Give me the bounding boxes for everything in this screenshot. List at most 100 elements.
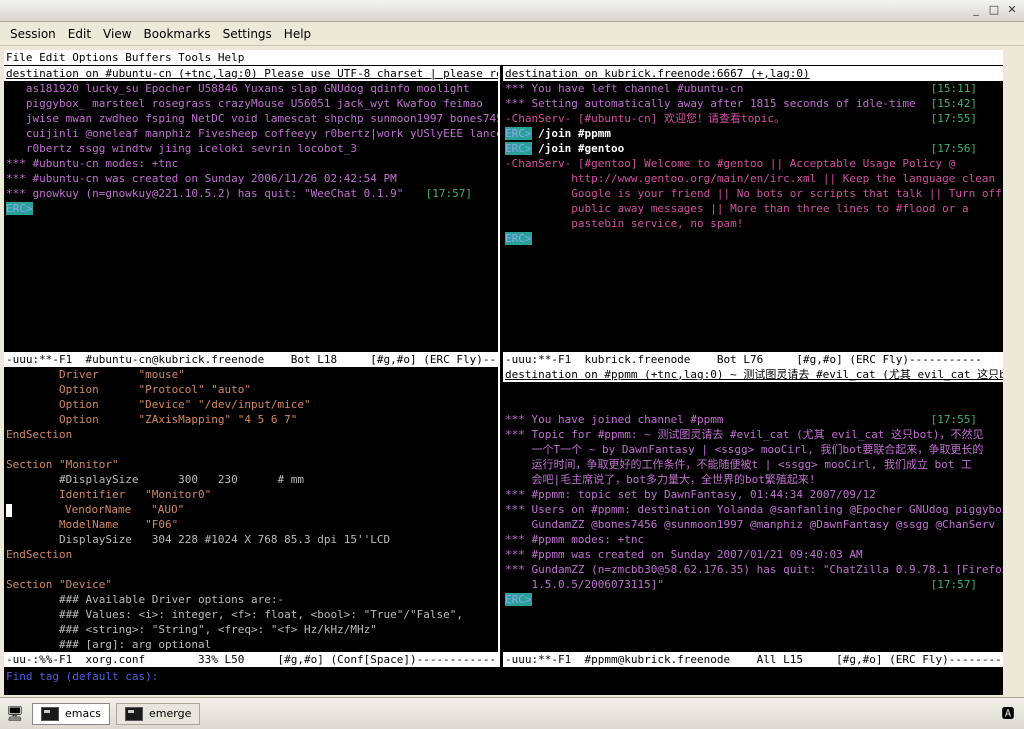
line-text: /join #gentoo [531,142,625,155]
text-line: *** Setting automatically away after 181… [503,96,1003,111]
pane-header: destination on #ppmm (+tnc,lag:0) ~ 测试图灵… [503,367,1003,382]
erc-input-line[interactable]: ERC> [4,201,498,216]
erc-prompt: ERC> [505,127,532,140]
line-text: *** Topic for #ppmm: ~ 测试图灵请去 #evil_cat … [505,428,984,441]
line-text: *** You have left channel #ubuntu-cn [505,82,744,95]
line-text: EndSection [6,548,73,561]
timestamp: [17:55] [930,112,977,125]
erc-prompt: ERC> [505,142,532,155]
line-text: *** #ubuntu-cn was created on Sunday 200… [6,172,397,185]
text-line: *** #ppmm was created on Sunday 2007/01/… [503,547,1003,562]
line-text: pastebin service, no spam! [505,217,744,230]
konsole-menubar: Session Edit View Bookmarks Settings Hel… [0,22,1024,46]
text-line: Google is your friend || No bots or scri… [503,186,1003,201]
line-text: #DisplaySize 300 230 # mm [6,473,305,486]
text-line: *** Topic for #ppmm: ~ 测试图灵请去 #evil_cat … [503,427,1003,442]
text-line: Option "Device" "/dev/input/mice" [4,397,498,412]
close-button[interactable]: ✕ [1004,3,1020,18]
line-text: *** #ubuntu-cn modes: +tnc [6,157,179,170]
line-text: DisplaySize 304 228 #1024 X 768 85.3 dpi… [6,533,391,546]
text-line: r0bertz ssgg windtw jiing iceloki sevrin… [4,141,498,156]
taskbar-item-emacs[interactable]: emacs [32,702,111,725]
window-divider[interactable] [498,66,503,667]
maximize-button[interactable]: □ [986,3,1002,18]
line-text: Driver "mouse" [6,368,185,381]
line-text: Section "Device" [6,578,112,591]
text-line: 1.5.0.5/2006073115]" [17:57] [503,577,1003,592]
font-tray-icon[interactable]: 🅰 [998,702,1018,722]
line-text: -ChanServ- [#gentoo] Welcome to #gentoo … [505,157,956,170]
line-text: Section "Monitor" [6,458,119,471]
line-text: 会吧|毛主席说了，bot多力量大，全世界的bot繁殖起来! [505,473,816,486]
emacs-menubar[interactable]: File Edit Options Buffers Tools Help [4,50,1003,65]
pane-header: destination on #ubuntu-cn (+tnc,lag:0) P… [4,66,498,81]
text-line: piggybox_ marsteel rosegrass crazyMouse … [4,96,498,111]
modeline-freenode: -uuu:**-F1 kubrick.freenode Bot L76 [#g,… [503,352,1003,367]
modeline-ubuntu-cn: -uuu:**-F1 #ubuntu-cn@kubrick.freenode B… [4,352,498,367]
text-line: 一个T一个 ~ by DawnFantasy | <ssgg> mooCirl,… [503,442,1003,457]
line-text: ### Values: <i>: integer, <f>: float, <b… [6,608,463,621]
modeline-ppmm: -uuu:**-F1 #ppmm@kubrick.freenode All L1… [503,652,1003,667]
line-text: 运行时间，争取更好的工作条件，不能随便被t | <ssgg> mooCirl, … [505,458,973,471]
line-text: EndSection [6,428,73,441]
erc-input-line[interactable]: ERC> [503,231,1003,246]
line-text: /join #ppmm [531,127,611,140]
text-line: pastebin service, no spam! [503,216,1003,231]
pane-ppmm[interactable]: destination on #ppmm (+tnc,lag:0) ~ 测试图灵… [503,367,1003,652]
menu-edit[interactable]: Edit [62,27,97,41]
pane-xorg-conf[interactable]: Driver "mouse" Option "Protocol" "auto" … [4,367,498,652]
menu-bookmarks[interactable]: Bookmarks [138,27,217,41]
text-line: Driver "mouse" [4,367,498,382]
pane-ubuntu-cn[interactable]: destination on #ubuntu-cn (+tnc,lag:0) P… [4,66,498,352]
timestamp: [17:57] [425,187,472,200]
taskbar-item-label: emacs [65,707,102,720]
menu-help[interactable]: Help [278,27,317,41]
line-text: as181920 lucky_su Epocher U58846 Yuxans … [6,82,470,95]
text-line: DisplaySize 304 228 #1024 X 768 85.3 dpi… [4,532,498,547]
minibuffer[interactable]: Find tag (default cas): [4,669,1003,684]
minimize-button[interactable]: _ [968,3,984,18]
menu-settings[interactable]: Settings [217,27,278,41]
text-line: ### <string>: "String", <freq>: "<f> Hz/… [4,622,498,637]
line-text: *** Setting automatically away after 181… [505,97,916,110]
terminal-icon [41,706,59,721]
line-text: *** #ppmm: topic set by DawnFantasy, 01:… [505,488,876,501]
erc-input-line[interactable]: ERC> [503,592,1003,607]
line-text: ModelName "F06" [6,518,179,531]
erc-prompt: ERC> [6,202,33,215]
line-text: GundamZZ @bones7456 @sunmoon1997 @manphi… [505,518,996,531]
pane-freenode-server[interactable]: destination on kubrick.freenode:6667 (+,… [503,66,1003,352]
desktop-icon[interactable]: 🖥 [4,703,26,725]
window-titlebar[interactable]: _ □ ✕ [0,0,1024,22]
text-line: 会吧|毛主席说了，bot多力量大，全世界的bot繁殖起来! [503,472,1003,487]
text-line: *** #ppmm: topic set by DawnFantasy, 01:… [503,487,1003,502]
text-line [4,562,498,577]
text-line: 运行时间，争取更好的工作条件，不能随便被t | <ssgg> mooCirl, … [503,457,1003,472]
line-text: Option "Device" "/dev/input/mice" [6,398,311,411]
line-text: *** gnowkuy (n=gnowkuy@221.10.5.2) has q… [6,187,404,200]
timestamp: [17:57] [930,578,977,591]
menu-session[interactable]: Session [4,27,62,41]
line-text: ### Available Driver options are:- [6,593,285,606]
menu-view[interactable]: View [97,27,137,41]
line-text: 一个T一个 ~ by DawnFantasy | <ssgg> mooCirl,… [505,443,984,456]
text-line: -ChanServ- [#ubuntu-cn] 欢迎您！请查看topic。 [17… [503,111,1003,126]
pane-header: destination on kubrick.freenode:6667 (+,… [503,66,1003,81]
terminal-area[interactable]: File Edit Options Buffers Tools Help des… [4,50,1003,695]
text-line: ModelName "F06" [4,517,498,532]
text-line: *** #ppmm modes: +tnc [503,532,1003,547]
text-line: ### [arg]: arg optional [4,637,498,652]
line-text: http://www.gentoo.org/main/en/irc.xml ||… [505,172,1003,185]
line-text: *** Users on #ppmm: destination Yolanda … [505,503,1003,516]
text-line: as181920 lucky_su Epocher U58846 Yuxans … [4,81,498,96]
text-line: ### Available Driver options are:- [4,592,498,607]
erc-prompt: ERC> [505,593,532,606]
text-line: Section "Monitor" [4,457,498,472]
line-text: *** You have joined channel #ppmm [505,413,724,426]
line-text: public away messages || More than three … [505,202,969,215]
line-text: *** #ppmm was created on Sunday 2007/01/… [505,548,863,561]
text-line: #DisplaySize 300 230 # mm [4,472,498,487]
text-line: *** You have left channel #ubuntu-cn [15:… [503,81,1003,96]
text-line: EndSection [4,547,498,562]
taskbar-item-emerge[interactable]: emerge [116,702,201,725]
